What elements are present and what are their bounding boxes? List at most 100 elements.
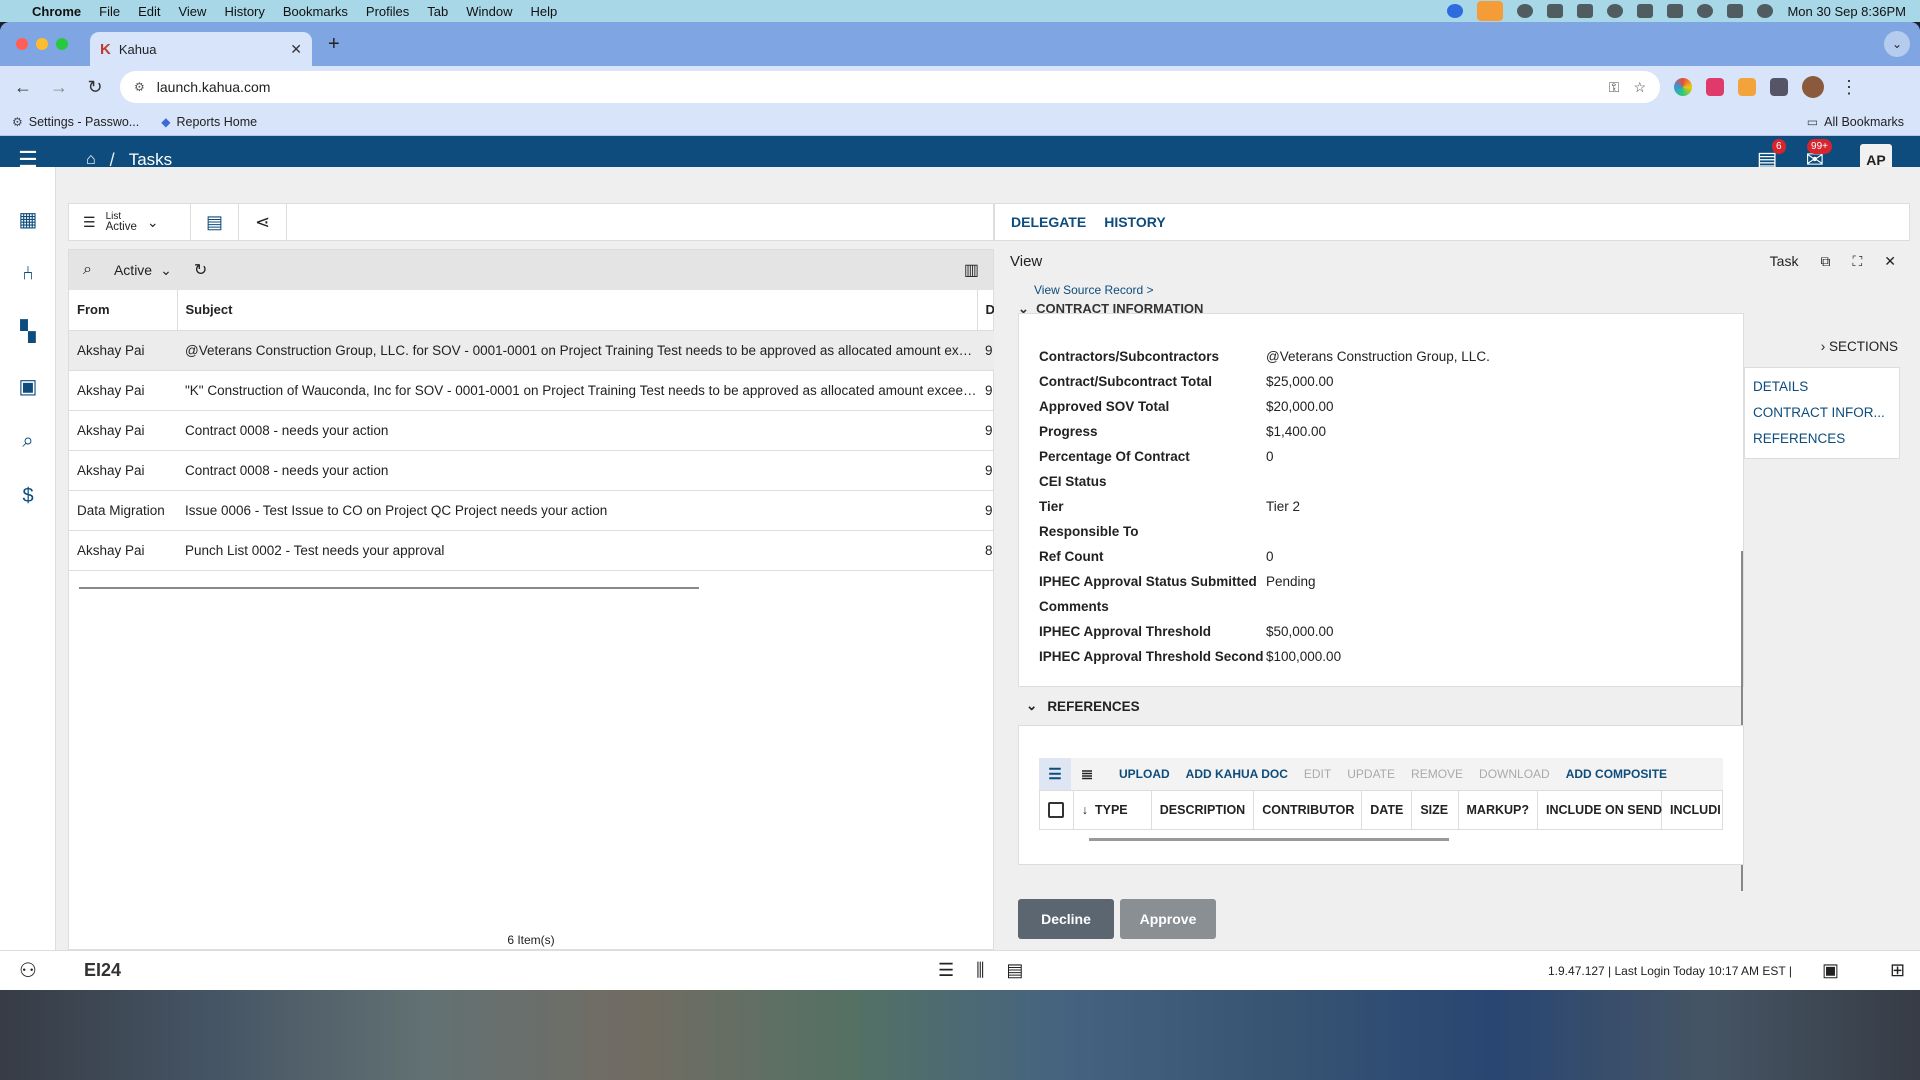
column-header-from[interactable]: From bbox=[69, 290, 178, 331]
calendar-icon[interactable]: ▣ bbox=[16, 374, 40, 398]
copy-icon[interactable]: ⧉ bbox=[1820, 253, 1830, 270]
select-all-checkbox[interactable] bbox=[1040, 791, 1074, 829]
table-row[interactable]: Akshay Pai Contract 0008 - needs your ac… bbox=[69, 410, 995, 451]
menu-edit[interactable]: Edit bbox=[138, 4, 160, 19]
reload-icon[interactable]: ↻ bbox=[84, 77, 106, 98]
search-icon[interactable]: ⌕ bbox=[83, 261, 92, 279]
detail-list-view-icon[interactable]: ≣ bbox=[1071, 758, 1103, 790]
control-center-icon[interactable] bbox=[1727, 4, 1744, 18]
url-text[interactable]: launch.kahua.com bbox=[157, 79, 271, 95]
add-user-icon[interactable]: ⚇ bbox=[0, 958, 56, 983]
edit-button[interactable]: EDIT bbox=[1304, 767, 1331, 781]
spotlight-icon[interactable] bbox=[1697, 4, 1714, 18]
menu-profiles[interactable]: Profiles bbox=[366, 4, 409, 19]
section-link-details[interactable]: DETAILS bbox=[1753, 374, 1899, 400]
table-row[interactable]: Akshay Pai "K" Construction of Wauconda,… bbox=[69, 370, 995, 411]
forward-icon[interactable]: → bbox=[48, 77, 70, 98]
horizontal-scrollbar[interactable] bbox=[79, 587, 699, 589]
airdrop-icon[interactable] bbox=[1607, 4, 1624, 18]
back-icon[interactable]: ← bbox=[12, 77, 34, 98]
address-bar[interactable]: ⚙ launch.kahua.com ⚿ ☆ bbox=[120, 71, 1660, 103]
delegate-tab[interactable]: DELEGATE bbox=[1011, 214, 1086, 230]
column-markup[interactable]: MARKUP? bbox=[1459, 791, 1538, 829]
menubar-clock[interactable]: Mon 30 Sep 8:36PM bbox=[1787, 4, 1906, 19]
table-row[interactable]: Akshay Pai Punch List 0002 - Test needs … bbox=[69, 530, 995, 571]
view-source-record-link[interactable]: View Source Record > bbox=[1034, 283, 1154, 297]
tab-search-chevron-icon[interactable]: ⌄ bbox=[1884, 31, 1910, 57]
column-description[interactable]: DESCRIPTION bbox=[1152, 791, 1255, 829]
menu-help[interactable]: Help bbox=[531, 4, 558, 19]
split-layout-icon[interactable]: ⫼ bbox=[976, 960, 984, 981]
column-type[interactable]: ↓ TYPE bbox=[1074, 791, 1152, 829]
list-view-icon[interactable]: ☰ bbox=[1039, 758, 1071, 790]
minimize-window-button[interactable] bbox=[36, 38, 48, 50]
zoom-window-button[interactable] bbox=[56, 38, 68, 50]
new-tab-icon[interactable]: + bbox=[328, 33, 340, 56]
column-include-on-send[interactable]: INCLUDE ON SEND bbox=[1538, 791, 1662, 829]
bookmark-settings[interactable]: ⚙ Settings - Passwo... bbox=[12, 115, 139, 129]
references-header[interactable]: ⌄ REFERENCES bbox=[1018, 687, 1744, 725]
grammarly-icon[interactable] bbox=[1517, 4, 1534, 18]
bookmark-reports-home[interactable]: ◆ Reports Home bbox=[161, 115, 257, 129]
menu-file[interactable]: File bbox=[99, 4, 120, 19]
search-icon[interactable]: ⌕ bbox=[16, 430, 40, 454]
detail-layout-icon[interactable]: ▤ bbox=[1006, 960, 1023, 981]
close-window-button[interactable] bbox=[16, 38, 28, 50]
section-link-contract-information[interactable]: CONTRACT INFOR... bbox=[1753, 400, 1899, 426]
upload-button[interactable]: UPLOAD bbox=[1119, 767, 1170, 781]
close-tab-icon[interactable]: ✕ bbox=[290, 41, 302, 58]
zoom-icon[interactable] bbox=[1447, 4, 1464, 18]
extensions-puzzle-icon[interactable] bbox=[1770, 78, 1788, 96]
column-header-date[interactable]: D bbox=[977, 290, 996, 331]
table-row[interactable]: Akshay Pai @Veterans Construction Group,… bbox=[69, 330, 995, 371]
export-document-icon[interactable]: ▥ bbox=[964, 260, 979, 280]
calendar-icon[interactable]: ▣ bbox=[1822, 960, 1839, 981]
status-filter-dropdown[interactable]: Active ⌄ bbox=[114, 262, 172, 279]
browser-tab[interactable]: K Kahua ✕ bbox=[90, 32, 312, 66]
share-icon[interactable]: ⋖ bbox=[239, 204, 287, 240]
list-layout-icon[interactable]: ☰ bbox=[938, 960, 954, 981]
section-link-references[interactable]: REFERENCES bbox=[1753, 426, 1899, 452]
approve-button[interactable]: Approve bbox=[1120, 899, 1216, 939]
table-view-icon[interactable]: ▤ bbox=[191, 204, 239, 240]
column-include[interactable]: INCLUDI bbox=[1662, 791, 1722, 829]
siri-icon[interactable] bbox=[1757, 4, 1774, 18]
site-info-icon[interactable]: ⚙ bbox=[134, 80, 145, 94]
dashboard-icon[interactable]: ▚ bbox=[16, 319, 40, 343]
bluetooth-icon[interactable] bbox=[1637, 4, 1654, 18]
people-icon[interactable] bbox=[1547, 4, 1564, 18]
decline-button[interactable]: Decline bbox=[1018, 899, 1114, 939]
refresh-icon[interactable]: ↻ bbox=[194, 260, 207, 280]
expand-icon[interactable]: ⛶ bbox=[1852, 253, 1862, 270]
all-bookmarks[interactable]: ▭ All Bookmarks bbox=[1807, 115, 1904, 129]
windows-icon[interactable]: ⊞ bbox=[1890, 960, 1905, 981]
wifi-icon[interactable] bbox=[1667, 4, 1684, 18]
contract-information-header[interactable]: ⌄ CONTRACT INFORMATION bbox=[1018, 301, 1203, 313]
bookmark-star-icon[interactable]: ☆ bbox=[1633, 79, 1646, 96]
references-horizontal-scrollbar[interactable] bbox=[1089, 838, 1449, 841]
extension-record-icon[interactable] bbox=[1706, 78, 1724, 96]
extension-color-icon[interactable] bbox=[1674, 78, 1692, 96]
menu-history[interactable]: History bbox=[224, 4, 264, 19]
password-key-icon[interactable]: ⚿ bbox=[1609, 79, 1620, 96]
table-row[interactable]: Akshay Pai Contract 0008 - needs your ac… bbox=[69, 450, 995, 491]
menu-chrome[interactable]: Chrome bbox=[32, 4, 81, 19]
menu-window[interactable]: Window bbox=[466, 4, 512, 19]
column-date[interactable]: DATE bbox=[1362, 791, 1413, 829]
workflow-icon[interactable]: ⑃ bbox=[16, 263, 40, 287]
menu-view[interactable]: View bbox=[178, 4, 206, 19]
update-button[interactable]: UPDATE bbox=[1347, 767, 1395, 781]
column-size[interactable]: SIZE bbox=[1412, 791, 1459, 829]
menu-tab[interactable]: Tab bbox=[427, 4, 448, 19]
profile-avatar[interactable] bbox=[1802, 76, 1824, 98]
add-composite-button[interactable]: ADD COMPOSITE bbox=[1566, 767, 1667, 781]
download-button[interactable]: DOWNLOAD bbox=[1479, 767, 1550, 781]
list-view-selector[interactable]: ☰ List Active ⌄ bbox=[69, 204, 191, 240]
screen-icon[interactable] bbox=[1577, 4, 1594, 18]
column-contributor[interactable]: CONTRIBUTOR bbox=[1254, 791, 1363, 829]
cost-document-icon[interactable]: $ bbox=[16, 485, 40, 509]
extension-pen-icon[interactable] bbox=[1738, 78, 1756, 96]
remove-button[interactable]: REMOVE bbox=[1411, 767, 1463, 781]
menu-bookmarks[interactable]: Bookmarks bbox=[283, 4, 348, 19]
close-icon[interactable]: ✕ bbox=[1884, 253, 1896, 270]
